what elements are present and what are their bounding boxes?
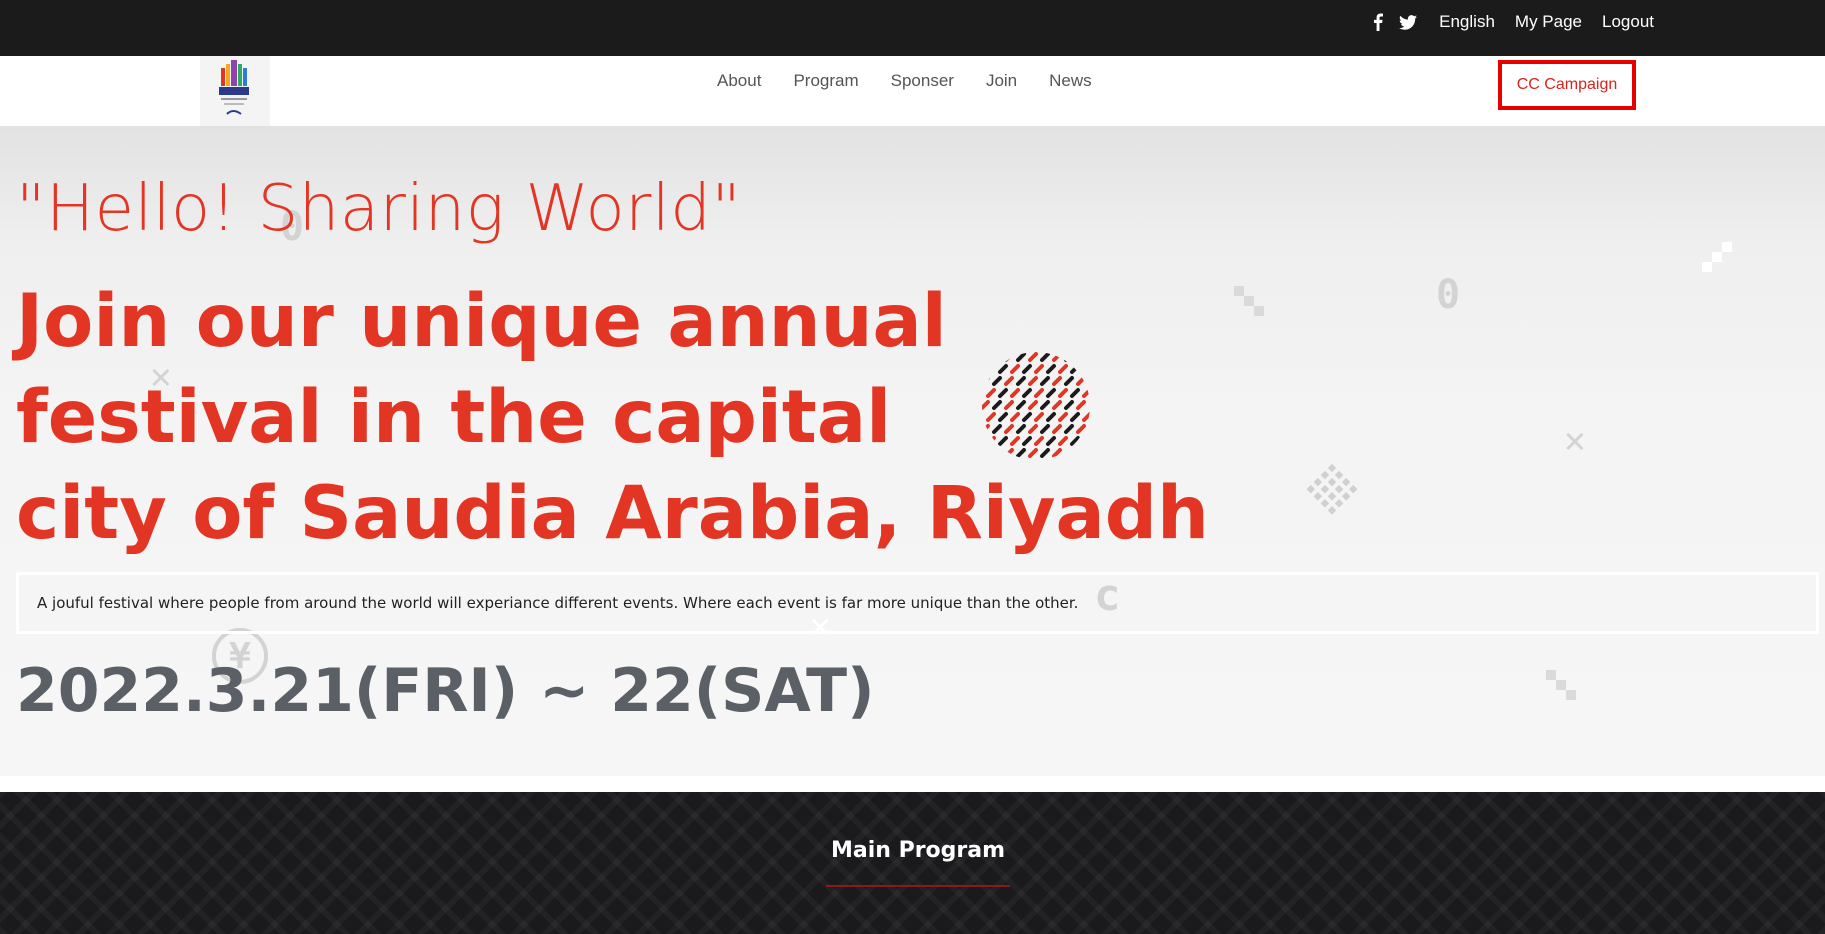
stairs-deco-icon	[1546, 670, 1576, 700]
hero-tagline: "Hello! Sharing World"	[16, 172, 742, 246]
hero-section: 0 0 ✕ ✕ ✕ c ¥ "Hello! Sharing World" Joi…	[0, 126, 1825, 776]
social-links	[1373, 13, 1418, 31]
nav-about[interactable]: About	[717, 71, 761, 91]
riyadh-logo-icon[interactable]	[200, 56, 270, 126]
nav-news[interactable]: News	[1049, 71, 1092, 91]
diamond-pattern-icon	[1306, 463, 1358, 515]
event-date: 2022.3.21(FRI) ~ 22(SAT)	[16, 656, 875, 726]
nav-program[interactable]: Program	[793, 71, 858, 91]
hero-headline: Join our unique annual festival in the c…	[16, 274, 1209, 562]
facebook-icon[interactable]	[1373, 13, 1384, 31]
logout-link[interactable]: Logout	[1602, 12, 1654, 32]
cross-deco-icon: ✕	[1564, 420, 1586, 461]
primary-nav: About Program Sponser Join News	[717, 56, 1124, 106]
section-title: Main Program	[830, 838, 1006, 863]
headline-line: festival in the capital	[16, 375, 892, 460]
utility-links: English My Page Logout	[1373, 0, 1654, 44]
top-utility-bar: English My Page Logout	[0, 0, 1825, 56]
nav-join[interactable]: Join	[986, 71, 1017, 91]
zero-deco-icon: 0	[1436, 272, 1461, 318]
stairs-deco-icon	[1234, 286, 1264, 316]
nav-sponser[interactable]: Sponser	[891, 71, 954, 91]
section-title-underline	[826, 885, 1010, 887]
main-navbar: About Program Sponser Join News CC Campa…	[0, 56, 1825, 126]
headline-line: city of Saudia Arabia, Riyadh	[16, 471, 1210, 556]
twitter-icon[interactable]	[1399, 14, 1418, 30]
hero-description: A jouful festival where people from arou…	[16, 572, 1819, 634]
cc-campaign-button[interactable]: CC Campaign	[1498, 60, 1636, 110]
headline-line: Join our unique annual	[16, 279, 947, 364]
main-program-section: Main Program	[0, 792, 1825, 934]
stairs-deco-icon	[1702, 242, 1732, 272]
my-page-link[interactable]: My Page	[1515, 12, 1582, 32]
language-link[interactable]: English	[1439, 12, 1495, 32]
